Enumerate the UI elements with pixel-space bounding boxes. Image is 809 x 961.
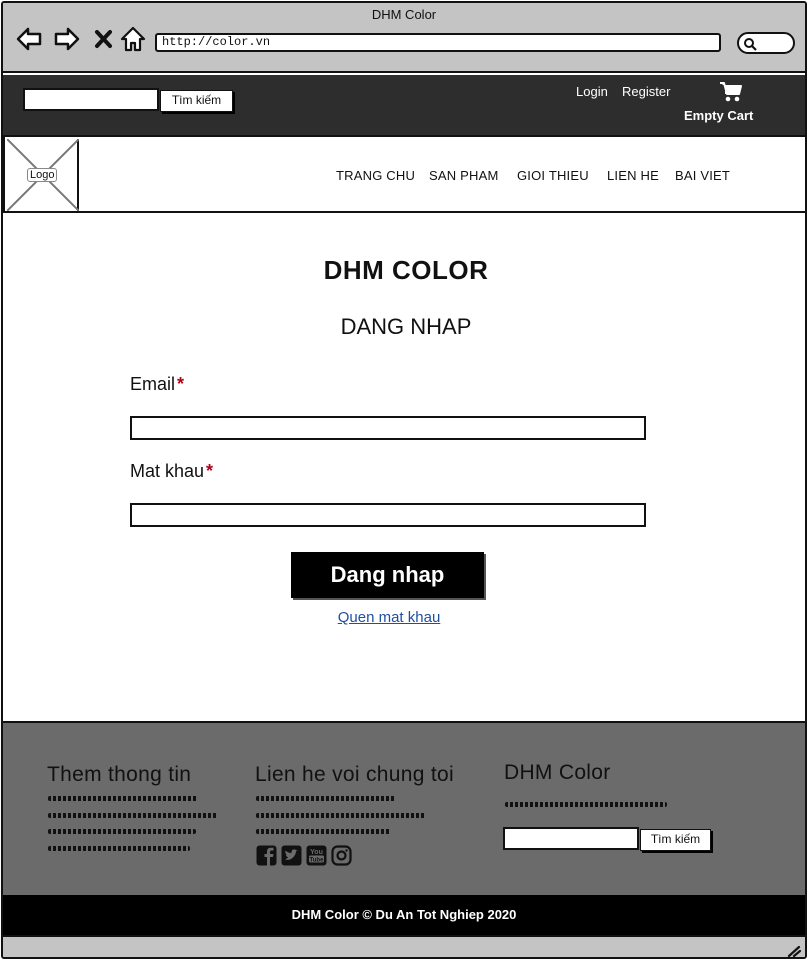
nav-gioi-thieu[interactable]: GIOI THIEU xyxy=(517,168,589,183)
nav-san-pham[interactable]: SAN PHAM xyxy=(429,168,499,183)
placeholder-text-line xyxy=(505,802,667,807)
required-mark: * xyxy=(206,461,214,481)
password-label: Mat khau * xyxy=(130,461,213,482)
twitter-icon[interactable] xyxy=(281,845,302,866)
browser-status-bar xyxy=(3,935,805,957)
placeholder-text-line xyxy=(48,846,190,851)
logo-placeholder[interactable]: Logo xyxy=(6,138,80,212)
back-icon[interactable] xyxy=(15,25,43,53)
login-button[interactable]: Dang nhap xyxy=(291,552,484,598)
footer-contact-heading: Lien he voi chung toi xyxy=(255,763,454,786)
password-field[interactable] xyxy=(130,503,646,527)
header-search-input[interactable] xyxy=(23,88,159,111)
social-icons: You Tube xyxy=(256,845,352,866)
forgot-password-link[interactable]: Quen mat khau xyxy=(3,609,775,626)
site-footer: Them thong tin Lien he voi chung toi You… xyxy=(3,721,805,895)
footer-search-input[interactable] xyxy=(503,827,639,850)
svg-text:You: You xyxy=(310,849,323,856)
nav-bai-viet[interactable]: BAI VIET xyxy=(675,168,730,183)
magnifier-icon xyxy=(744,38,757,51)
youtube-icon[interactable]: You Tube xyxy=(306,845,327,866)
placeholder-text-line xyxy=(48,829,196,834)
login-link[interactable]: Login xyxy=(576,84,608,99)
placeholder-text-line xyxy=(256,813,426,818)
resize-grip-icon[interactable] xyxy=(787,944,802,957)
browser-window: DHM Color http://color.vn Tìm kiếm Login… xyxy=(1,1,807,959)
password-label-text: Mat khau xyxy=(130,461,205,481)
window-title: DHM Color xyxy=(371,7,437,22)
placeholder-text-line xyxy=(48,813,218,818)
browser-chrome: DHM Color http://color.vn xyxy=(3,3,805,73)
page-title: DANG NHAP xyxy=(340,314,472,339)
brand-title: DHM COLOR xyxy=(323,255,489,285)
placeholder-text-line xyxy=(256,829,391,834)
forward-icon[interactable] xyxy=(53,25,81,53)
instagram-icon[interactable] xyxy=(331,845,352,866)
nav-trang-chu[interactable]: TRANG CHU xyxy=(336,168,415,183)
facebook-icon[interactable] xyxy=(256,845,277,866)
site-header: Logo TRANG CHU SAN PHAM GIOI THIEU LIEN … xyxy=(3,135,805,213)
stop-icon[interactable] xyxy=(91,25,119,53)
required-mark: * xyxy=(177,374,185,394)
home-icon[interactable] xyxy=(119,25,147,53)
email-label-text: Email xyxy=(130,374,176,394)
top-bar: Tìm kiếm Login Register Empty Cart xyxy=(3,75,805,135)
register-link[interactable]: Register xyxy=(622,84,670,99)
cart-icon[interactable] xyxy=(719,81,743,103)
placeholder-text-line xyxy=(256,796,396,801)
nav-lien-he[interactable]: LIEN HE xyxy=(607,168,659,183)
email-label: Email * xyxy=(130,374,184,395)
header-search-button[interactable]: Tìm kiếm xyxy=(160,90,233,112)
svg-text:Tube: Tube xyxy=(310,857,325,863)
address-bar[interactable]: http://color.vn xyxy=(155,33,721,52)
cart-label[interactable]: Empty Cart xyxy=(684,108,753,123)
placeholder-text-line xyxy=(48,796,198,801)
footer-brand-heading: DHM Color xyxy=(504,761,611,784)
footer-search-button[interactable]: Tìm kiếm xyxy=(640,829,711,851)
browser-search-field[interactable] xyxy=(737,32,795,54)
logo-label: Logo xyxy=(27,168,58,182)
email-field[interactable] xyxy=(130,416,646,440)
copyright-bar: DHM Color © Du An Tot Nghiep 2020 xyxy=(3,895,805,935)
footer-info-heading: Them thong tin xyxy=(47,763,192,786)
